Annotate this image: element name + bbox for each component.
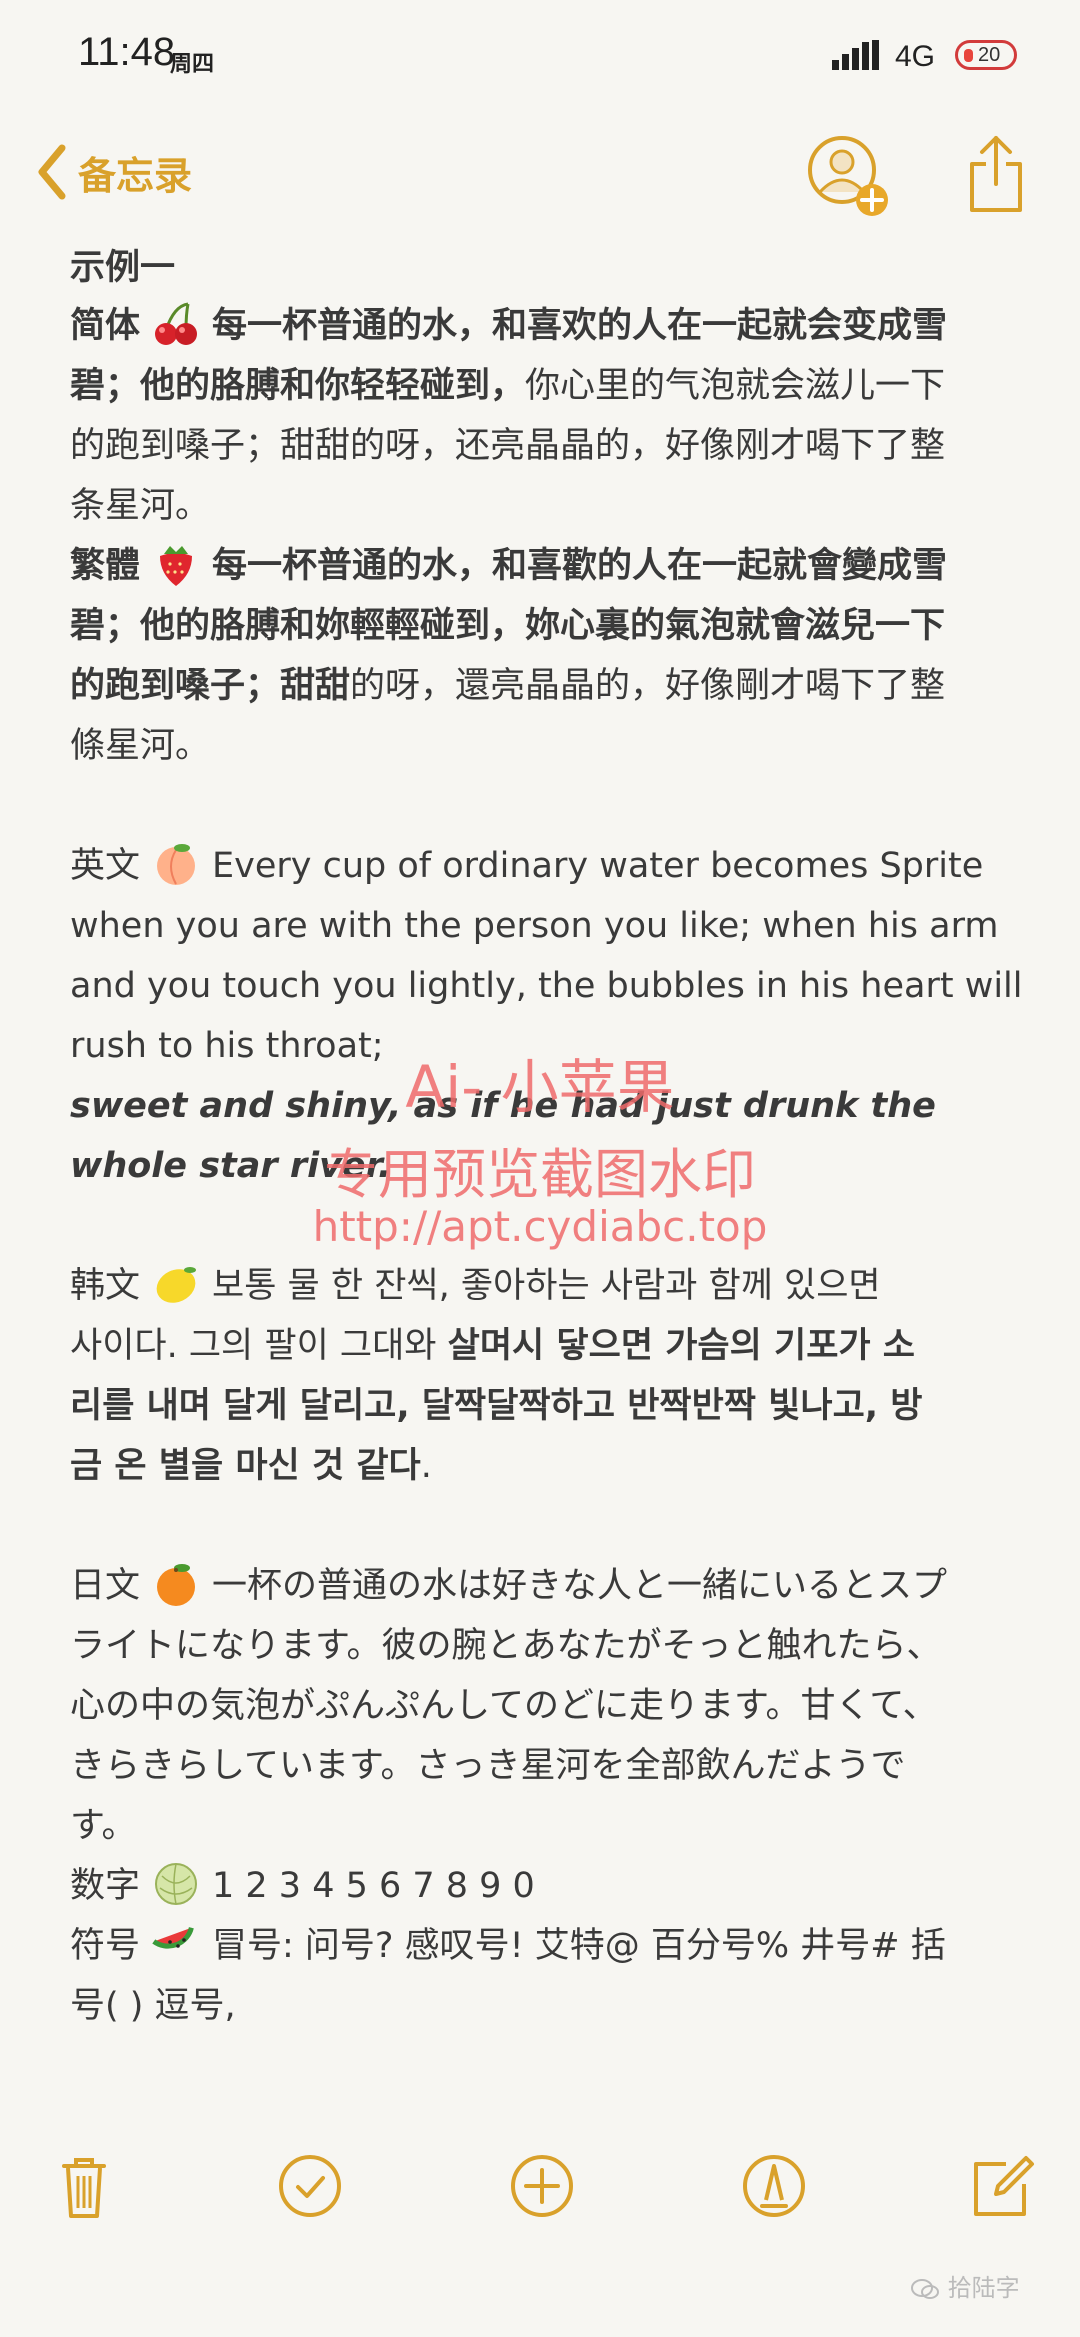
english-text-1: Every cup of ordinary water becomes Spri… [212, 846, 984, 886]
simplified-label: 简体 [70, 306, 141, 346]
share-icon[interactable] [966, 132, 1026, 216]
japanese-line-3: 心の中の気泡がぷんぷんしてのどに走ります。甘くて、 [70, 1686, 938, 1726]
japanese-line-4: きらきらしています。さっき星河を全部飲んだようで [70, 1746, 906, 1786]
status-bar: 11:48 周四 4G 20 [0, 0, 1080, 110]
signal-icon [832, 40, 879, 70]
footer-account-name: 拾陆字 [947, 2274, 1020, 2302]
note-title: 示例一 [70, 248, 176, 288]
korean-text-2: 사이다. 그의 팔이 그대와 [70, 1326, 448, 1366]
footer-account-mark: 拾陆字 [910, 2268, 1020, 2303]
network-type: 4G [895, 40, 936, 73]
strawberry-icon [160, 546, 193, 586]
melon-icon [155, 1863, 198, 1905]
symbols-label: 符号 [70, 1926, 141, 1966]
status-weekday: 周四 [170, 52, 215, 77]
korean-line-2: 사이다. 그의 팔이 그대와 살며시 닿으면 가슴의 기포가 소 [70, 1316, 1010, 1376]
simplified-line-2: 碧；他的胳膊和你轻轻碰到，你心里的气泡就会滋儿一下 [70, 356, 1010, 416]
checklist-icon[interactable] [274, 2150, 346, 2222]
korean-text-2-bold: 살며시 닿으면 가슴의 기포가 소 [447, 1326, 915, 1366]
traditional-line-3: 的跑到嗓子；甜甜的呀，還亮晶晶的，好像剛才喝下了整 [70, 656, 1010, 716]
symbols-line-1: 符号 冒号: 问号? 感叹号! 艾特@ 百分号% 井号# 括 [70, 1916, 1010, 1976]
simplified-line-1: 简体 每一杯普通的水，和喜欢的人在一起就会变成雪 [70, 296, 1010, 356]
note-body[interactable]: 示例一 简体 每一杯普通的水，和喜欢的人在一起就会变成雪 碧；他的胳膊和你轻轻碰… [70, 240, 1023, 2036]
traditional-line-2: 碧；他的胳膊和妳輕輕碰到，妳心裏的氣泡就會滋兒一下 [70, 606, 946, 646]
battery-icon: 20 [955, 40, 1017, 70]
chevron-left-icon [38, 144, 66, 200]
add-person-icon[interactable] [806, 134, 890, 218]
cherries-icon [155, 302, 198, 345]
japanese-line-1: 日文 一杯の普通の水は好きな人と一緒にいるとスプ [70, 1556, 1010, 1616]
lemon-icon [156, 1267, 197, 1303]
korean-line-1: 韩文 보통 물 한 잔씩, 좋아하는 사람과 함께 있으면 [70, 1256, 1010, 1316]
wechat-icon [911, 2279, 939, 2299]
numbers-line: 数字 1 2 3 4 5 6 7 8 9 0 [70, 1856, 1010, 1916]
add-icon[interactable] [506, 2150, 578, 2222]
japanese-text-1: 一杯の普通の水は好きな人と一緒にいるとスプ [212, 1566, 948, 1606]
symbols-text-1: 冒号: 问号? 感叹号! 艾特@ 百分号% 井号# 括 [212, 1926, 946, 1966]
simplified-text-1: 每一杯普通的水，和喜欢的人在一起就会变成雪 [212, 306, 948, 346]
status-time: 11:48 [78, 30, 176, 74]
english-line-5: sweet and shiny, as if he had just drunk… [70, 1086, 936, 1126]
traditional-text-3: 的呀，還亮晶晶的，好像剛才喝下了整 [350, 666, 946, 706]
traditional-line-4: 條星河。 [70, 726, 211, 766]
tangerine-icon [157, 1564, 196, 1606]
back-label: 备忘录 [78, 153, 193, 198]
traditional-text-1: 每一杯普通的水，和喜歡的人在一起就會變成雪 [212, 546, 948, 586]
markup-pen-icon[interactable] [738, 2150, 810, 2222]
simplified-text-2-bold: 碧；他的胳膊和你轻轻碰到， [70, 366, 526, 406]
korean-text-1: 보통 물 한 잔씩, 좋아하는 사람과 함께 있으면 [212, 1266, 881, 1306]
english-label: 英文 [70, 846, 141, 886]
english-line-2: when you are with the person you like; w… [70, 906, 999, 946]
simplified-line-4: 条星河。 [70, 486, 211, 526]
back-button[interactable]: 备忘录 [34, 142, 192, 202]
japanese-line-5: す。 [70, 1806, 137, 1846]
watermelon-icon [152, 1927, 194, 1949]
traditional-text-3-bold: 的跑到嗓子；甜甜 [70, 666, 351, 706]
numbers-label: 数字 [70, 1866, 141, 1906]
nav-bar: 备忘录 [0, 120, 1080, 230]
korean-text-4: . [420, 1446, 432, 1486]
english-line-6: whole star river. [70, 1146, 392, 1186]
symbols-line-2: 号( ) 逗号, [70, 1986, 236, 2026]
japanese-label: 日文 [70, 1566, 141, 1606]
peach-icon [157, 844, 196, 885]
english-line-3: and you touch you lightly, the bubbles i… [70, 966, 1023, 1006]
korean-line-3: 리를 내며 달게 달리고, 달짝달짝하고 반짝반짝 빛나고, 방 [70, 1386, 923, 1426]
simplified-line-3: 的跑到嗓子；甜甜的呀，还亮晶晶的，好像刚才喝下了整 [70, 426, 946, 466]
korean-label: 韩文 [70, 1266, 141, 1306]
traditional-line-1: 繁體 每一杯普通的水，和喜歡的人在一起就會變成雪 [70, 536, 1010, 596]
numbers-text: 1 2 3 4 5 6 7 8 9 0 [212, 1866, 535, 1906]
bottom-toolbar [0, 2140, 1080, 2250]
korean-text-4-bold: 금 온 별을 마신 것 같다 [70, 1446, 421, 1486]
trash-icon[interactable] [48, 2150, 120, 2222]
english-line-4: rush to his throat; [70, 1026, 384, 1066]
simplified-text-2: 你心里的气泡就会滋儿一下 [525, 366, 946, 406]
japanese-line-2: ライトになります。彼の腕とあなたがそっと触れたら、 [70, 1626, 942, 1666]
korean-line-4: 금 온 별을 마신 것 같다. [70, 1436, 1010, 1496]
traditional-label: 繁體 [70, 546, 141, 586]
battery-level: 20 [978, 44, 1001, 66]
english-line-1: 英文 Every cup of ordinary water becomes S… [70, 836, 1010, 896]
compose-icon[interactable] [966, 2150, 1038, 2222]
